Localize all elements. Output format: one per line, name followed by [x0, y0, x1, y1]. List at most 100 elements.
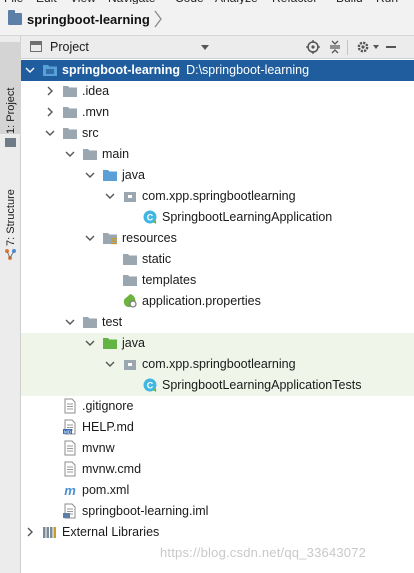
tree-item-text: static: [142, 252, 172, 266]
tab-structure[interactable]: 7: Structure: [0, 156, 21, 246]
chevron-down-icon[interactable]: [201, 45, 209, 50]
tree-item-path: D:\springboot-learning: [186, 63, 310, 77]
tree-item-label: mvnw: [82, 441, 115, 455]
tree-item-label: test: [102, 315, 122, 329]
tree-row[interactable]: src: [21, 123, 414, 144]
chevron-right-icon[interactable]: [44, 106, 56, 118]
tree-row[interactable]: .mvn: [21, 102, 414, 123]
spring-class-icon: C: [142, 209, 158, 225]
tree-row[interactable]: templates: [21, 270, 414, 291]
tree-row[interactable]: C SpringbootLearningApplication: [21, 207, 414, 228]
chevron-right-icon[interactable]: [44, 85, 56, 97]
tree-item-text: SpringbootLearningApplication: [162, 210, 333, 224]
tab-project[interactable]: 1: Project: [0, 42, 21, 134]
tree-item-text: com.xpp.springbootlearning: [142, 189, 296, 203]
text-file-icon: [62, 398, 78, 414]
tree-item-text: springboot-learning.iml: [82, 504, 209, 518]
tree-item-label: src: [82, 126, 99, 140]
chevron-down-icon[interactable]: [64, 316, 76, 328]
tree-row[interactable]: C SpringbootLearningApplicationTests: [21, 375, 414, 396]
libraries-icon: [42, 524, 58, 540]
tree-item-text: mvnw: [82, 441, 115, 455]
tree-row[interactable]: MD HELP.md: [21, 417, 414, 438]
project-view-icon: [30, 41, 42, 52]
tree-row[interactable]: .idea: [21, 81, 414, 102]
tree-item-text: main: [102, 147, 130, 161]
structure-tab-icon: [5, 249, 16, 260]
breadcrumb-chevron-icon: [154, 10, 162, 28]
tree-item-label: .idea: [82, 84, 109, 98]
tree-row[interactable]: com.xpp.springbootlearning: [21, 354, 414, 375]
svg-text:C: C: [147, 381, 154, 391]
tree-item-text: SpringbootLearningApplicationTests: [162, 378, 362, 392]
iml-file-icon: [62, 503, 78, 519]
tree-item-text: .gitignore: [82, 399, 134, 413]
tree-item-label: .gitignore: [82, 399, 133, 413]
tree-row[interactable]: mvnw.cmd: [21, 459, 414, 480]
tree-row[interactable]: java: [21, 333, 414, 354]
tree-item-label: .mvn: [82, 105, 109, 119]
gear-chevron-icon[interactable]: [373, 45, 379, 49]
chevron-down-icon[interactable]: [44, 127, 56, 139]
tree-item-label: mvnw.cmd: [82, 462, 141, 476]
tree-row[interactable]: com.xpp.springbootlearning: [21, 186, 414, 207]
tree-row[interactable]: .gitignore: [21, 396, 414, 417]
project-tree: springboot-learning D:\springboot-learnin…: [21, 59, 414, 573]
resources-folder-icon: [102, 230, 118, 246]
chevron-down-icon[interactable]: [84, 337, 96, 349]
chevron-down-icon[interactable]: [84, 232, 96, 244]
project-tab-icon: [5, 138, 16, 147]
tree-item-text: .mvn: [82, 105, 110, 119]
tree-row[interactable]: mvnw: [21, 438, 414, 459]
tree-row[interactable]: m pom.xml: [21, 480, 414, 501]
tree-item-text: External Libraries: [62, 525, 160, 539]
chevron-right-icon[interactable]: [24, 526, 36, 538]
tree-item-label: java: [122, 168, 145, 182]
collapse-all-icon[interactable]: [327, 39, 343, 55]
spring-class-icon: C: [142, 377, 158, 393]
tree-row[interactable]: springboot-learning D:\springboot-learnin…: [21, 60, 414, 81]
tree-row[interactable]: test: [21, 312, 414, 333]
tree-item-label: main: [102, 147, 129, 161]
project-toolwindow-header: Project: [21, 36, 414, 59]
hide-icon[interactable]: [383, 39, 399, 55]
locate-file-icon[interactable]: [305, 39, 321, 55]
tree-item-text: templates: [142, 273, 197, 287]
toolbar-separator: [347, 40, 348, 55]
breadcrumb-project[interactable]: springboot-learning: [27, 12, 150, 27]
tree-row[interactable]: static: [21, 249, 414, 270]
tree-item-label: springboot-learning D:\springboot-learnin…: [62, 63, 309, 77]
svg-text:m: m: [64, 483, 76, 498]
tree-item-text: java: [122, 168, 145, 182]
svg-text:C: C: [147, 213, 154, 223]
folder-icon: [82, 146, 98, 162]
project-view-selector[interactable]: Project: [50, 40, 89, 54]
source-root-folder-icon: [102, 167, 118, 183]
chevron-down-icon[interactable]: [104, 190, 116, 202]
module-folder-icon: [42, 62, 58, 78]
text-file-icon: [62, 440, 78, 456]
chevron-down-icon[interactable]: [64, 148, 76, 160]
tree-row[interactable]: application.properties: [21, 291, 414, 312]
tree-item-text: java: [122, 336, 145, 350]
spring-properties-icon: [122, 293, 138, 309]
tree-item-label: com.xpp.springbootlearning: [142, 189, 296, 203]
tree-item-text: com.xpp.springbootlearning: [142, 357, 296, 371]
tree-row[interactable]: External Libraries: [21, 522, 414, 543]
tree-item-text: application.properties: [142, 294, 261, 308]
watermark-text: https://blog.csdn.net/qq_33643072: [160, 545, 367, 560]
tree-row[interactable]: main: [21, 144, 414, 165]
folder-icon: [122, 251, 138, 267]
tree-row[interactable]: java: [21, 165, 414, 186]
chevron-down-icon[interactable]: [84, 169, 96, 181]
chevron-down-icon[interactable]: [104, 358, 116, 370]
folder-icon: [62, 125, 78, 141]
tree-item-label: External Libraries: [62, 525, 159, 539]
tree-row[interactable]: resources: [21, 228, 414, 249]
chevron-down-icon[interactable]: [24, 64, 36, 76]
module-folder-icon: [8, 10, 22, 25]
tree-row[interactable]: springboot-learning.iml: [21, 501, 414, 522]
tree-item-text: pom.xml: [82, 483, 130, 497]
tree-item-text: springboot-learning: [62, 63, 181, 77]
gear-icon[interactable]: [355, 39, 371, 55]
